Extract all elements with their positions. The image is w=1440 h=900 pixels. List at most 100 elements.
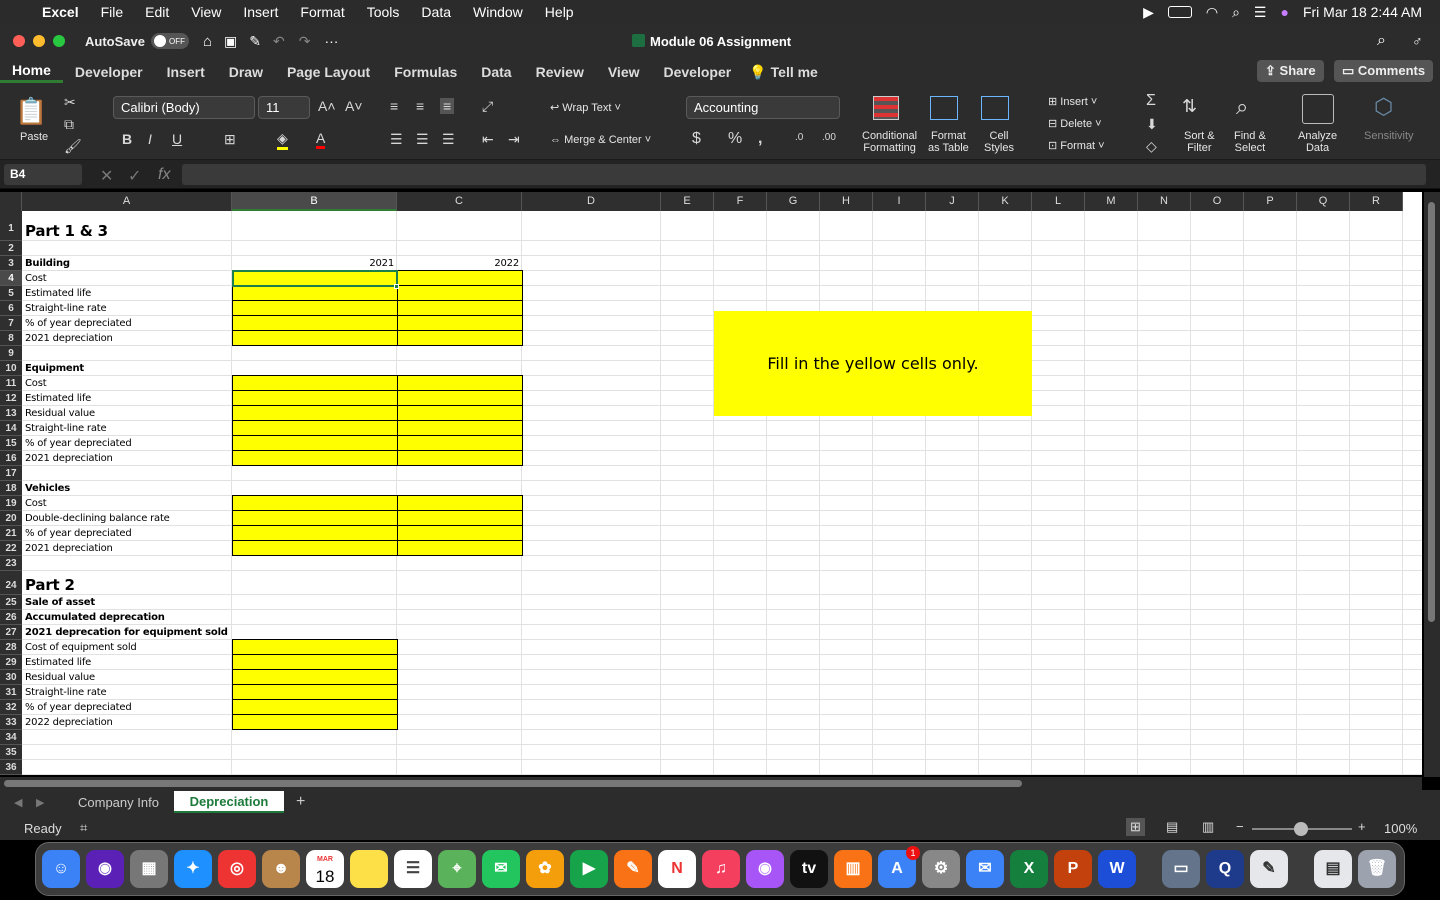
input-cell-b14[interactable] <box>232 420 398 436</box>
input-cell-b29[interactable] <box>232 654 398 670</box>
siri-app-icon[interactable]: ◉ <box>86 850 124 888</box>
row-header-7[interactable]: 7 <box>0 316 22 331</box>
quicktime-icon[interactable]: Q <box>1206 850 1244 888</box>
tab-developer[interactable]: Developer <box>63 64 155 80</box>
column-header-h[interactable]: H <box>820 192 873 211</box>
chrome-icon[interactable]: ◎ <box>218 850 256 888</box>
autosum-icon[interactable]: Σ <box>1146 92 1156 110</box>
cell-a10[interactable]: Equipment <box>25 361 84 376</box>
cell-a1[interactable]: Part 1 & 3 <box>25 222 108 241</box>
currency-icon[interactable]: $ <box>692 130 701 148</box>
align-bottom-icon[interactable]: ≡ <box>440 98 455 114</box>
column-header-k[interactable]: K <box>979 192 1032 211</box>
input-cell-b28[interactable] <box>232 639 398 655</box>
column-header-e[interactable]: E <box>661 192 714 211</box>
increase-decimal-icon[interactable]: .0 <box>795 132 803 143</box>
comma-icon[interactable]: , <box>758 130 762 148</box>
column-header-b[interactable]: B <box>232 192 397 211</box>
row-header-17[interactable]: 17 <box>0 466 22 481</box>
trash-icon[interactable]: 🗑 <box>1358 850 1396 888</box>
column-header-q[interactable]: Q <box>1297 192 1350 211</box>
row-header-25[interactable]: 25 <box>0 595 22 610</box>
zoom-out-icon[interactable]: − <box>1236 819 1244 834</box>
tab-view[interactable]: View <box>596 64 652 80</box>
tab-insert[interactable]: Insert <box>155 64 217 80</box>
sort-filter-button[interactable]: Sort & Filter <box>1184 130 1215 154</box>
enter-icon[interactable]: ✓ <box>128 166 141 186</box>
more-icon[interactable]: ··· <box>324 33 338 49</box>
menu-format[interactable]: Format <box>289 4 355 20</box>
vertical-scroll-thumb[interactable] <box>1428 202 1435 622</box>
input-cell-b16[interactable] <box>232 450 398 466</box>
cell-a21[interactable]: % of year depreciated <box>25 526 132 541</box>
input-cell-c6[interactable] <box>397 300 523 316</box>
system-preferences-icon[interactable]: ⚙ <box>922 850 960 888</box>
cell-a4[interactable]: Cost <box>25 271 47 286</box>
tab-draw[interactable]: Draw <box>217 64 275 80</box>
tab-developer-2[interactable]: Developer <box>652 64 744 80</box>
input-cell-b31[interactable] <box>232 684 398 700</box>
input-cell-c21[interactable] <box>397 525 523 541</box>
input-cell-b33[interactable] <box>232 714 398 730</box>
column-header-p[interactable]: P <box>1244 192 1297 211</box>
paste-label[interactable]: Paste <box>20 131 48 143</box>
worksheet-grid[interactable]: A B C D E F G H I J K L M N O P Q R 1 Part 1 & 3 2 3 Building 2… <box>0 192 1422 775</box>
cell-a12[interactable]: Estimated life <box>25 391 91 406</box>
vertical-scrollbar[interactable] <box>1424 192 1440 777</box>
column-header-n[interactable]: N <box>1138 192 1191 211</box>
zoom-window-button[interactable] <box>53 35 65 47</box>
safari-icon[interactable]: ✦ <box>174 850 212 888</box>
font-name-select[interactable]: Calibri (Body) <box>113 96 255 119</box>
align-right-icon[interactable]: ☰ <box>442 131 455 148</box>
menu-tools[interactable]: Tools <box>356 4 411 20</box>
input-cell-b8[interactable] <box>232 330 398 346</box>
siri-icon[interactable]: ● <box>1280 4 1288 20</box>
row-header-8[interactable]: 8 <box>0 331 22 346</box>
cell-a19[interactable]: Cost <box>25 496 47 511</box>
italic-icon[interactable]: I <box>148 131 152 147</box>
minimize-window-button[interactable] <box>33 35 45 47</box>
row-header-1[interactable]: 1 <box>0 211 22 241</box>
sensitivity-icon[interactable]: ⬡ <box>1374 94 1393 120</box>
input-cell-b22[interactable] <box>232 540 398 556</box>
font-color-icon[interactable]: A <box>316 130 326 149</box>
input-cell-c12[interactable] <box>397 390 523 406</box>
cell-a31[interactable]: Straight-line rate <box>25 685 107 700</box>
mail-icon[interactable]: ✉ <box>966 850 1004 888</box>
row-header-22[interactable]: 22 <box>0 541 22 556</box>
close-window-button[interactable] <box>13 35 25 47</box>
undo-icon[interactable]: ↶ <box>273 33 285 50</box>
tab-home[interactable]: Home <box>0 62 63 83</box>
align-top-icon[interactable]: ≡ <box>390 98 398 114</box>
column-header-o[interactable]: O <box>1191 192 1244 211</box>
insert-cells-button[interactable]: ⊞ Insert ˅ <box>1048 96 1097 108</box>
row-header-36[interactable]: 36 <box>0 760 22 775</box>
align-left-icon[interactable]: ☰ <box>390 131 403 148</box>
row-header-23[interactable]: 23 <box>0 556 22 571</box>
normal-view-icon[interactable]: ⊞ <box>1126 818 1145 836</box>
share-button[interactable]: ⇪ Share <box>1257 60 1324 82</box>
battery-icon[interactable] <box>1167 6 1192 18</box>
row-header-12[interactable]: 12 <box>0 391 22 406</box>
conditional-formatting-button[interactable]: Conditional Formatting <box>862 130 917 154</box>
input-cell-c16[interactable] <box>397 450 523 466</box>
select-all-corner[interactable] <box>0 192 22 211</box>
row-header-24[interactable]: 24 <box>0 571 22 595</box>
finder-icon[interactable]: ☺ <box>42 850 80 888</box>
tell-me-field[interactable]: Tell me <box>767 64 830 80</box>
downloads-folder-icon[interactable]: ▤ <box>1314 850 1352 888</box>
tab-formulas[interactable]: Formulas <box>382 64 469 80</box>
play-icon[interactable]: ▶ <box>1143 4 1154 21</box>
input-cell-c13[interactable] <box>397 405 523 421</box>
input-cell-c11[interactable] <box>397 375 523 391</box>
row-header-29[interactable]: 29 <box>0 655 22 670</box>
horizontal-scroll-thumb[interactable] <box>4 780 1022 787</box>
analyze-data-button[interactable]: Analyze Data <box>1298 130 1337 154</box>
column-header-c[interactable]: C <box>397 192 522 211</box>
input-cell-b11[interactable] <box>232 375 398 391</box>
cell-a25[interactable]: Sale of asset <box>25 595 95 610</box>
input-cell-c4[interactable] <box>397 270 523 286</box>
horizontal-scrollbar[interactable] <box>0 777 1422 790</box>
input-cell-b5[interactable] <box>232 285 398 301</box>
menu-edit[interactable]: Edit <box>134 4 180 20</box>
